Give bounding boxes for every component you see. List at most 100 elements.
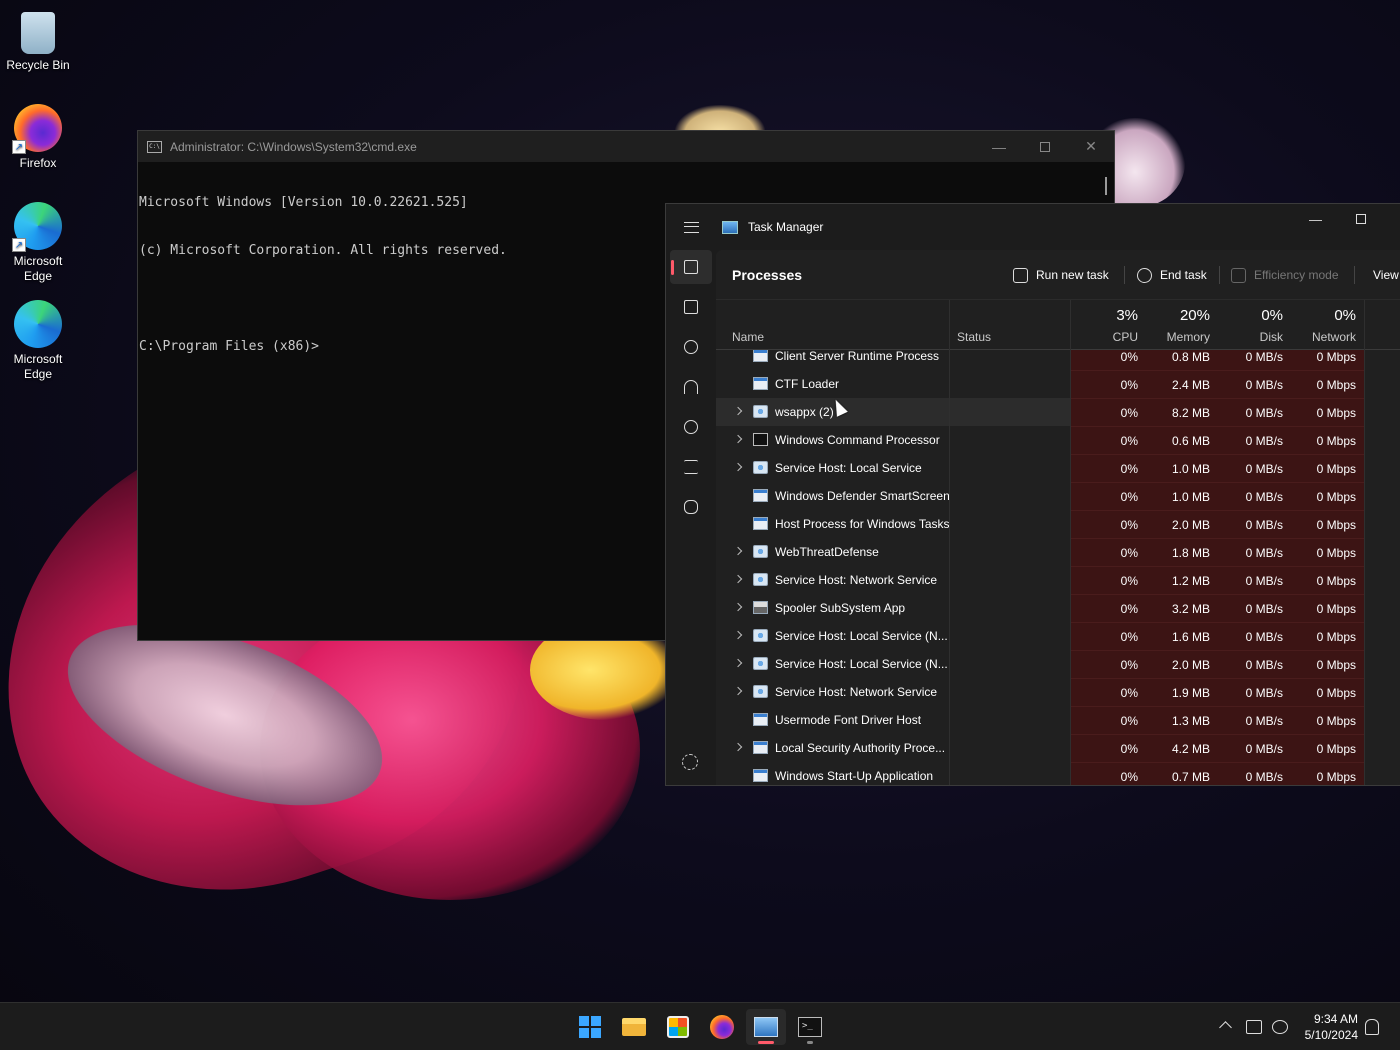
process-disk: 0 MB/s	[1218, 510, 1291, 538]
network-icon[interactable]	[1246, 1020, 1262, 1034]
edge-icon: ↗	[12, 202, 62, 252]
process-row[interactable]: wsappx (2) 0% 8.2 MB 0 MB/s 0 Mbps	[716, 398, 1400, 426]
recycle-bin-icon	[21, 12, 55, 54]
clock[interactable]: 9:34 AM 5/10/2024	[1298, 1011, 1358, 1043]
page-title: Processes	[732, 267, 803, 283]
column-header-memory-percent[interactable]: 20%	[1146, 307, 1210, 324]
chevron-right-icon[interactable]	[733, 742, 743, 752]
process-network: 0 Mbps	[1291, 762, 1364, 785]
process-memory: 1.9 MB	[1146, 678, 1218, 706]
end-task-button[interactable]: End task	[1137, 264, 1207, 286]
chevron-right-icon[interactable]	[733, 686, 743, 696]
desktop-icon-edge[interactable]: ↗ Microsoft Edge	[4, 202, 72, 284]
notification-bell-icon[interactable]	[1365, 1019, 1379, 1035]
nav-processes[interactable]	[670, 250, 712, 284]
shortcut-arrow-icon: ↗	[12, 238, 26, 252]
process-row[interactable]: Usermode Font Driver Host 0% 1.3 MB 0 MB/s 0…	[716, 706, 1400, 734]
taskbar-firefox[interactable]	[702, 1009, 742, 1045]
process-status	[950, 510, 1070, 538]
process-row[interactable]: Windows Command Processor 0% 0.6 MB 0 MB/s 0…	[716, 426, 1400, 454]
hamburger-menu-button[interactable]	[666, 204, 716, 250]
process-cpu: 0%	[1070, 370, 1146, 398]
nav-app-history[interactable]	[670, 330, 712, 364]
minimize-button[interactable]: —	[976, 131, 1022, 162]
desktop-icon-edge[interactable]: Microsoft Edge	[4, 300, 72, 382]
processes-icon	[684, 260, 698, 274]
maximize-button[interactable]	[1338, 204, 1383, 234]
settings-icon[interactable]	[682, 754, 698, 770]
process-row[interactable]: WebThreatDefense 0% 1.8 MB 0 MB/s 0 Mbps	[716, 538, 1400, 566]
process-memory: 2.0 MB	[1146, 650, 1218, 678]
column-header-network[interactable]: Network	[1291, 330, 1356, 344]
chevron-right-icon[interactable]	[733, 434, 743, 444]
task-manager-titlebar[interactable]: Task Manager —	[666, 204, 1400, 250]
process-network: 0 Mbps	[1291, 426, 1364, 454]
taskbar-cmd[interactable]: >_	[790, 1009, 830, 1045]
nav-performance[interactable]	[670, 290, 712, 324]
process-row[interactable]: Windows Defender SmartScreen 0% 1.0 MB 0 MB…	[716, 482, 1400, 510]
column-header-cpu-percent[interactable]: 3%	[1070, 307, 1138, 324]
chevron-right-icon[interactable]	[733, 602, 743, 612]
process-row[interactable]: CTF Loader 0% 2.4 MB 0 MB/s 0 Mbps	[716, 370, 1400, 398]
chevron-right-icon[interactable]	[733, 658, 743, 668]
process-status	[950, 650, 1070, 678]
process-row[interactable]: Windows Start-Up Application 0% 0.7 MB 0 MB…	[716, 762, 1400, 785]
process-row[interactable]: Spooler SubSystem App 0% 3.2 MB 0 MB/s 0 Mbp…	[716, 594, 1400, 622]
chevron-up-icon[interactable]	[1219, 1021, 1232, 1034]
column-header-name[interactable]: Name	[732, 330, 764, 344]
process-row[interactable]: Local Security Authority Proce... 0% 4.2 M…	[716, 734, 1400, 762]
maximize-button[interactable]	[1022, 131, 1068, 162]
taskbar-task-manager[interactable]	[746, 1009, 786, 1045]
column-header-network-percent[interactable]: 0%	[1291, 307, 1356, 324]
process-memory: 3.2 MB	[1146, 594, 1218, 622]
task-manager-window[interactable]: Task Manager — Processes Run new task En…	[665, 203, 1400, 786]
nav-services[interactable]	[670, 490, 712, 524]
cmd-title: Administrator: C:\Windows\System32\cmd.e…	[170, 139, 417, 154]
chevron-right-icon[interactable]	[733, 630, 743, 640]
process-row[interactable]: Service Host: Local Service (N... 0% 1.6 M…	[716, 622, 1400, 650]
process-status	[950, 678, 1070, 706]
process-disk: 0 MB/s	[1218, 454, 1291, 482]
cmd-titlebar[interactable]: C:\ Administrator: C:\Windows\System32\c…	[138, 131, 1114, 162]
scrollbar-thumb[interactable]	[1105, 177, 1107, 195]
desktop-icon-recycle-bin[interactable]: Recycle Bin	[4, 6, 72, 73]
chevron-right-icon[interactable]	[733, 546, 743, 556]
column-header-cpu[interactable]: CPU	[1070, 330, 1138, 344]
column-header-disk[interactable]: Disk	[1218, 330, 1283, 344]
nav-users[interactable]	[670, 410, 712, 444]
taskbar-store[interactable]	[658, 1009, 698, 1045]
process-row[interactable]: Service Host: Local Service (N... 0% 2.0 M…	[716, 650, 1400, 678]
process-name: Windows Start-Up Application	[775, 769, 934, 783]
process-disk: 0 MB/s	[1218, 678, 1291, 706]
chevron-right-icon[interactable]	[733, 406, 743, 416]
column-header-disk-percent[interactable]: 0%	[1218, 307, 1283, 324]
process-name: Service Host: Local Service (N...	[775, 657, 948, 671]
process-row[interactable]: Service Host: Local Service 0% 1.0 MB 0 MB/…	[716, 454, 1400, 482]
close-button[interactable]: ✕	[1068, 131, 1114, 162]
process-disk: 0 MB/s	[1218, 734, 1291, 762]
start-button[interactable]	[570, 1009, 610, 1045]
chevron-right-icon[interactable]	[733, 462, 743, 472]
process-cpu: 0%	[1070, 566, 1146, 594]
view-button[interactable]: View	[1373, 264, 1399, 286]
run-new-task-button[interactable]: Run new task	[1013, 264, 1109, 286]
column-header-memory[interactable]: Memory	[1146, 330, 1210, 344]
process-name-cell: Service Host: Local Service	[716, 454, 949, 482]
process-row[interactable]: Client Server Runtime Process 0% 0.8 MB 0 M…	[716, 350, 1400, 370]
process-row[interactable]: Host Process for Windows Tasks 0% 2.0 MB 0 …	[716, 510, 1400, 538]
nav-startup-apps[interactable]	[670, 370, 712, 404]
column-header-status[interactable]: Status	[957, 330, 991, 344]
volume-icon[interactable]	[1272, 1020, 1288, 1034]
taskbar-file-explorer[interactable]	[614, 1009, 654, 1045]
efficiency-mode-button[interactable]: Efficiency mode	[1231, 264, 1339, 286]
nav-details[interactable]	[670, 450, 712, 484]
process-cpu: 0%	[1070, 622, 1146, 650]
desktop-icon-firefox[interactable]: ↗ Firefox	[4, 104, 72, 171]
minimize-button[interactable]: —	[1293, 204, 1338, 234]
process-row[interactable]: Service Host: Network Service 0% 1.9 MB 0 M…	[716, 678, 1400, 706]
process-disk: 0 MB/s	[1218, 594, 1291, 622]
toolbar-divider	[1354, 266, 1355, 284]
chevron-right-icon[interactable]	[733, 574, 743, 584]
process-row[interactable]: Service Host: Network Service 0% 1.2 MB 0 M…	[716, 566, 1400, 594]
process-name: Service Host: Local Service	[775, 461, 922, 475]
